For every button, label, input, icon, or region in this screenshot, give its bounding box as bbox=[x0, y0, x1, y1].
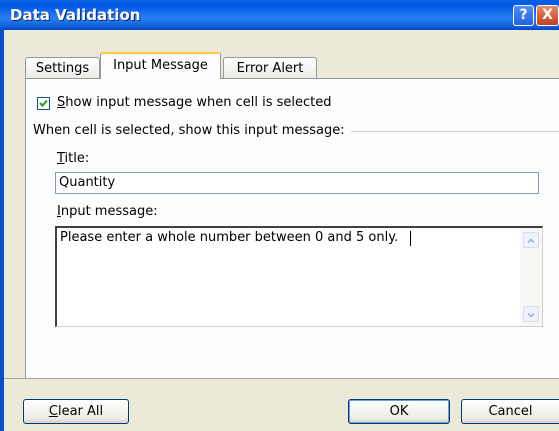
close-button[interactable]: X bbox=[536, 5, 559, 26]
help-button[interactable]: ? bbox=[513, 5, 534, 26]
help-icon: ? bbox=[519, 7, 528, 23]
message-scrollbar[interactable] bbox=[520, 228, 542, 326]
window-frame-left bbox=[0, 30, 4, 431]
scroll-up-button[interactable] bbox=[523, 232, 539, 248]
input-message-label: Input message: bbox=[57, 204, 158, 219]
tab-input-message[interactable]: Input Message bbox=[100, 52, 221, 79]
checkmark-icon bbox=[39, 99, 48, 107]
tab-settings[interactable]: Settings bbox=[25, 57, 100, 78]
input-message-text: Please enter a whole number between 0 an… bbox=[60, 230, 399, 245]
clear-all-button[interactable]: Clear All bbox=[23, 399, 129, 424]
show-input-message-label-text: how input message when cell is selected bbox=[65, 95, 332, 110]
title-label-text: itle: bbox=[64, 151, 90, 166]
input-message-textarea[interactable]: Please enter a whole number between 0 an… bbox=[55, 226, 543, 327]
ok-button[interactable]: OK bbox=[348, 399, 450, 424]
chevron-down-icon bbox=[527, 312, 535, 318]
chevron-up-icon bbox=[527, 238, 535, 244]
scroll-down-button[interactable] bbox=[523, 306, 539, 322]
clear-all-label: lear All bbox=[57, 404, 104, 419]
cancel-button[interactable]: Cancel bbox=[461, 399, 559, 424]
group-label: When cell is selected, show this input m… bbox=[33, 123, 351, 138]
mnemonic-c: C bbox=[48, 404, 58, 419]
show-input-message-label[interactable]: Show input message when cell is selected bbox=[57, 95, 332, 110]
tab-error-alert[interactable]: Error Alert bbox=[223, 57, 317, 78]
footer-separator bbox=[4, 378, 559, 379]
text-caret bbox=[410, 231, 411, 246]
title-bar[interactable]: Data Validation ? X bbox=[0, 0, 559, 30]
title-label: Title: bbox=[57, 151, 89, 166]
mnemonic-t: T bbox=[57, 151, 65, 166]
title-input[interactable]: Quantity bbox=[55, 172, 539, 194]
input-message-label-text: nput message: bbox=[60, 204, 158, 219]
show-input-message-checkbox[interactable] bbox=[37, 97, 50, 110]
close-icon: X bbox=[542, 7, 553, 23]
data-validation-dialog: Data Validation ? X Settings Input Messa… bbox=[0, 0, 559, 431]
dialog-title: Data Validation bbox=[10, 6, 141, 24]
